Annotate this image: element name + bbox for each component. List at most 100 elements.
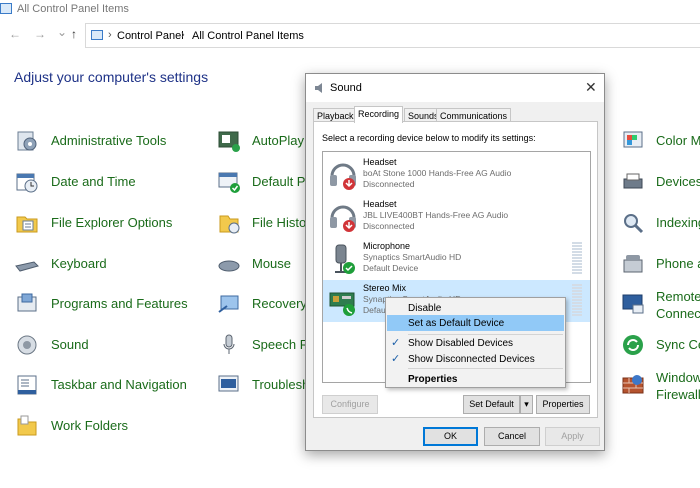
remote-app-icon	[621, 292, 645, 316]
address-bar[interactable]: › Control Panel › All Control Panel Item…	[85, 23, 700, 48]
programs-icon	[15, 292, 39, 316]
microphone-icon	[328, 242, 358, 276]
set-default-dropdown-icon[interactable]: ▾	[520, 395, 533, 414]
properties-button[interactable]: Properties	[536, 395, 590, 414]
menu-item-label: Show Disabled Devices	[408, 338, 514, 349]
up-arrow-icon[interactable]: ↑	[71, 27, 77, 41]
item-label: Default Pr	[252, 174, 310, 189]
item-label: Keyboard	[51, 256, 107, 271]
admin-tools-icon	[15, 129, 39, 153]
tab-recording[interactable]: Recording	[354, 106, 404, 123]
breadcrumb-separator-icon: ›	[181, 29, 185, 41]
device-status: Disconnected	[363, 221, 415, 231]
dialog-titlebar[interactable]: Sound ✕	[306, 74, 604, 102]
item-label: Devices	[656, 174, 700, 189]
mouse-icon	[217, 252, 241, 276]
headset-icon	[328, 158, 358, 192]
device-name: Stereo Mix	[363, 283, 407, 293]
device-name: Headset	[363, 157, 397, 167]
breadcrumb-all-items[interactable]: All Control Panel Items	[192, 30, 304, 42]
device-description: Synaptics SmartAudio HD	[363, 252, 462, 262]
device-description: boAt Stone 1000 Hands-Free AG Audio	[363, 168, 512, 178]
work-folders-icon	[15, 414, 39, 438]
indexing-icon	[621, 211, 645, 235]
address-row: ← → ⌄ ↑ › Control Panel › All Control Pa…	[0, 20, 700, 50]
context-menu: Disable Set as Default Device ✓ Show Dis…	[385, 297, 566, 388]
sound-icon	[15, 333, 39, 357]
checkmark-icon: ✓	[391, 337, 401, 349]
item-label: Remote	[656, 289, 700, 304]
device-name: Headset	[363, 199, 397, 209]
folder-options-icon	[15, 211, 39, 235]
keyboard-icon	[15, 252, 39, 276]
default-programs-icon	[217, 170, 241, 194]
item-label: Taskbar and Navigation	[51, 377, 187, 392]
color-management-icon	[621, 129, 645, 153]
autoplay-icon	[217, 129, 241, 153]
device-item[interactable]: Headset JBL LIVE400BT Hands-Free AG Audi…	[323, 196, 590, 238]
menu-item-show-disabled[interactable]: ✓ Show Disabled Devices	[387, 335, 564, 351]
item-label: Color M	[656, 133, 700, 148]
device-item[interactable]: Headset boAt Stone 1000 Hands-Free AG Au…	[323, 154, 590, 196]
tab-communications[interactable]: Communications	[436, 108, 512, 122]
devices-printers-icon	[621, 170, 645, 194]
item-label: Date and Time	[51, 174, 136, 189]
menu-item-disable[interactable]: Disable	[387, 300, 564, 316]
recent-locations-dropdown-icon[interactable]: ⌄	[57, 25, 67, 39]
ok-button[interactable]: OK	[423, 427, 478, 446]
device-name: Microphone	[363, 241, 411, 251]
tab-playback[interactable]: Playback	[313, 108, 358, 122]
menu-item-show-disconnected[interactable]: ✓ Show Disconnected Devices	[387, 351, 564, 367]
instruction-text: Select a recording device below to modif…	[322, 133, 536, 143]
page-heading: Adjust your computer's settings	[14, 69, 209, 85]
item-label: Programs and Features	[51, 296, 188, 311]
cancel-button[interactable]: Cancel	[484, 427, 540, 446]
level-meter	[572, 284, 582, 317]
level-meter	[572, 242, 582, 275]
item-label: AutoPlay	[252, 133, 305, 148]
sync-center-icon	[621, 333, 645, 357]
item-label: File Histo	[252, 215, 307, 230]
item-label: Work Folders	[51, 418, 129, 433]
menu-item-label: Disable	[408, 303, 442, 314]
device-status: Disconnected	[363, 179, 415, 189]
menu-item-label: Set as Default Device	[408, 318, 505, 329]
breadcrumb-separator-icon: ›	[108, 29, 112, 41]
device-description: JBL LIVE400BT Hands-Free AG Audio	[363, 210, 509, 220]
headset-icon	[328, 200, 358, 234]
item-label: Mouse	[252, 256, 292, 271]
item-label: Window	[656, 370, 700, 385]
forward-arrow-icon[interactable]: →	[34, 27, 46, 41]
speech-icon	[217, 333, 241, 357]
apply-button[interactable]: Apply	[545, 427, 600, 446]
breadcrumb-control-panel[interactable]: Control Panel	[117, 30, 184, 42]
menu-item-set-default[interactable]: Set as Default Device	[387, 315, 564, 331]
item-label-line2: Connect	[656, 306, 700, 321]
item-label: File Explorer Options	[51, 215, 173, 230]
item-label: Indexing	[656, 215, 700, 230]
item-label: Troublesh	[252, 377, 310, 392]
file-history-icon	[217, 211, 241, 235]
menu-item-label: Properties	[408, 374, 458, 385]
firewall-icon	[621, 373, 645, 397]
sound-dialog: Sound ✕ Playback Recording Sounds Commun…	[305, 73, 605, 451]
item-label: Administrative Tools	[51, 133, 167, 148]
item-label: Sound	[51, 337, 89, 352]
sound-card-icon	[328, 284, 358, 318]
control-panel-icon	[0, 3, 12, 14]
checkmark-icon: ✓	[391, 353, 401, 365]
dialog-title: Sound	[330, 82, 362, 94]
device-status: Default Device	[363, 263, 419, 273]
taskbar-icon	[15, 373, 39, 397]
set-default-button[interactable]: Set Default	[463, 395, 520, 414]
configure-button[interactable]: Configure	[322, 395, 378, 414]
item-label: Recovery	[252, 296, 307, 311]
window-titlebar: All Control Panel Items	[0, 0, 700, 20]
menu-item-properties[interactable]: Properties	[387, 371, 564, 387]
date-time-icon	[15, 170, 39, 194]
back-arrow-icon[interactable]: ←	[9, 27, 21, 41]
device-item[interactable]: Microphone Synaptics SmartAudio HD Defau…	[323, 238, 590, 280]
speaker-icon	[314, 82, 326, 94]
close-icon[interactable]: ✕	[585, 79, 597, 96]
phone-modem-icon	[621, 252, 645, 276]
